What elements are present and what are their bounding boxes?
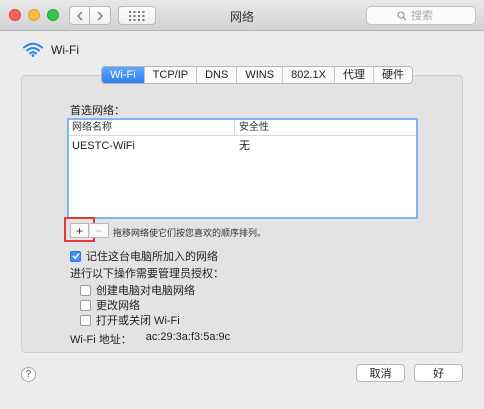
create-computer-network-checkbox[interactable]: 创建电脑对电脑网络 — [80, 282, 195, 298]
wifi-address: Wi-Fi 地址： ac:29:3a:f3:5a:9c — [70, 331, 230, 347]
ok-button[interactable]: 好 — [414, 364, 463, 382]
wifi-address-label: Wi-Fi 地址： — [70, 334, 132, 346]
help-button[interactable]: ? — [21, 367, 36, 382]
search-input[interactable] — [411, 9, 445, 22]
preferred-networks-table[interactable]: 网络名称 安全性 UESTC-WiFi 无 — [67, 118, 418, 219]
tab-wins[interactable]: WINS — [237, 67, 284, 83]
remember-networks-label: 记住这台电脑所加入的网络 — [86, 251, 218, 263]
wifi-address-value: ac:29:3a:f3:5a:9c — [145, 331, 231, 343]
network-name-cell: UESTC-WiFi — [72, 140, 135, 152]
column-security[interactable]: 安全性 — [235, 120, 269, 135]
tab-proxy[interactable]: 代理 — [335, 67, 374, 83]
remember-networks-checkbox[interactable]: 记住这台电脑所加入的网络 — [70, 248, 218, 264]
drag-hint-text: 拖移网络使它们按您喜欢的顺序排列。 — [113, 228, 267, 238]
tab-bar: Wi-Fi TCP/IP DNS WINS 802.1X 代理 硬件 — [101, 66, 413, 84]
tab-dns[interactable]: DNS — [197, 67, 238, 83]
search-icon — [397, 10, 407, 20]
add-network-button[interactable]: + — [70, 223, 89, 238]
checkmark-icon — [71, 252, 80, 260]
change-networks-checkbox[interactable]: 更改网络 — [80, 297, 140, 313]
title-bar: 网络 — [0, 0, 484, 31]
toggle-wifi-checkbox[interactable]: 打开或关闭 Wi-Fi — [80, 312, 180, 328]
table-row[interactable]: UESTC-WiFi 无 — [69, 138, 416, 155]
checkbox-unchecked[interactable] — [80, 284, 91, 296]
service-header: Wi-Fi — [23, 42, 79, 57]
tab-wifi[interactable]: Wi-Fi — [102, 67, 145, 83]
create-computer-network-label: 创建电脑对电脑网络 — [96, 285, 195, 297]
search-field[interactable] — [366, 6, 476, 25]
tab-tcpip[interactable]: TCP/IP — [145, 67, 198, 83]
admin-auth-label: 进行以下操作需要管理员授权： — [70, 268, 224, 280]
tab-hardware[interactable]: 硬件 — [374, 67, 412, 83]
wifi-icon — [23, 42, 43, 57]
remove-network-button[interactable]: − — [90, 223, 109, 238]
column-network-name[interactable]: 网络名称 — [69, 120, 235, 135]
checkbox-unchecked[interactable] — [80, 299, 91, 311]
table-header: 网络名称 安全性 — [69, 120, 416, 136]
service-name: Wi-Fi — [51, 42, 79, 57]
change-networks-label: 更改网络 — [96, 300, 140, 312]
network-preferences-window: 网络 Wi-Fi Wi-Fi TCP/IP DNS WINS 802.1X 代理… — [0, 0, 484, 409]
checkbox-checked[interactable] — [70, 250, 81, 262]
tab-8021x[interactable]: 802.1X — [283, 67, 335, 83]
security-cell: 无 — [239, 140, 250, 152]
cancel-button[interactable]: 取消 — [356, 364, 405, 382]
preferred-networks-label: 首选网络： — [70, 105, 125, 117]
toggle-wifi-label: 打开或关闭 Wi-Fi — [96, 315, 180, 327]
checkbox-unchecked[interactable] — [80, 314, 91, 326]
